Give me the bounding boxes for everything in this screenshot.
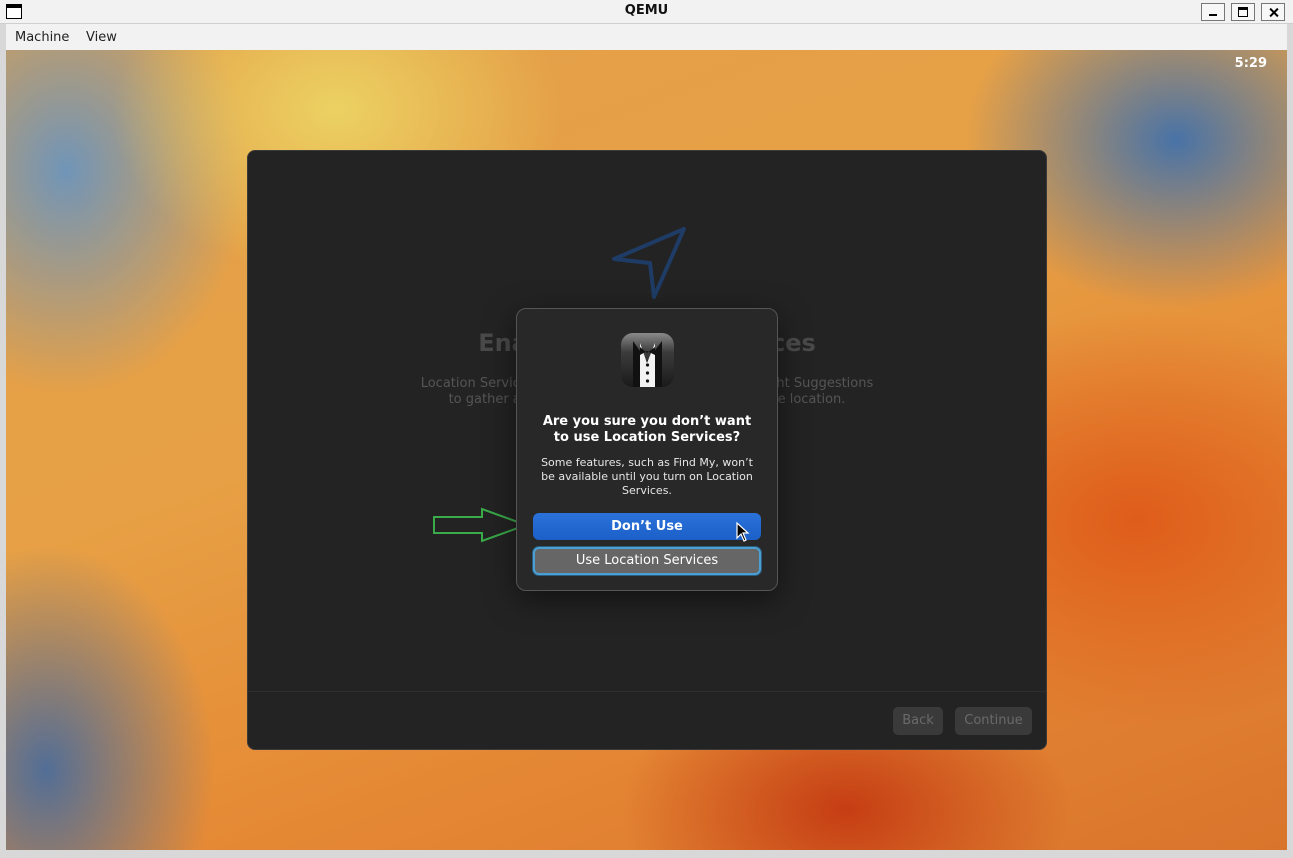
menu-clock: 5:29 (1234, 56, 1267, 71)
minimize-button[interactable] (1201, 3, 1225, 21)
dialog-message: Some features, such as Find My, won’t be… (541, 456, 753, 497)
back-button[interactable]: Back (893, 707, 943, 735)
location-arrow-icon (612, 227, 686, 299)
dialog-title: Are you sure you don’t want to use Locat… (542, 414, 752, 445)
dont-use-button[interactable]: Don’t Use (533, 513, 761, 540)
window-title: QEMU (624, 3, 669, 18)
continue-button[interactable]: Continue (955, 707, 1032, 735)
location-alert-dialog: Are you sure you don’t want to use Locat… (516, 308, 778, 591)
menubar: Machine View (6, 24, 1287, 50)
mouse-pointer-icon (736, 522, 750, 542)
maximize-button[interactable] (1231, 3, 1255, 21)
use-location-services-button[interactable]: Use Location Services (533, 547, 761, 575)
tuxedo-app-icon (621, 333, 674, 387)
setup-footer: Back Continue (248, 691, 1046, 749)
close-button[interactable] (1261, 3, 1285, 21)
menu-machine[interactable]: Machine (15, 30, 69, 45)
window-titlebar: QEMU (0, 0, 1293, 24)
menu-view[interactable]: View (86, 30, 117, 45)
guest-display[interactable]: 5:29 Enable Location Services Location S… (6, 50, 1287, 850)
